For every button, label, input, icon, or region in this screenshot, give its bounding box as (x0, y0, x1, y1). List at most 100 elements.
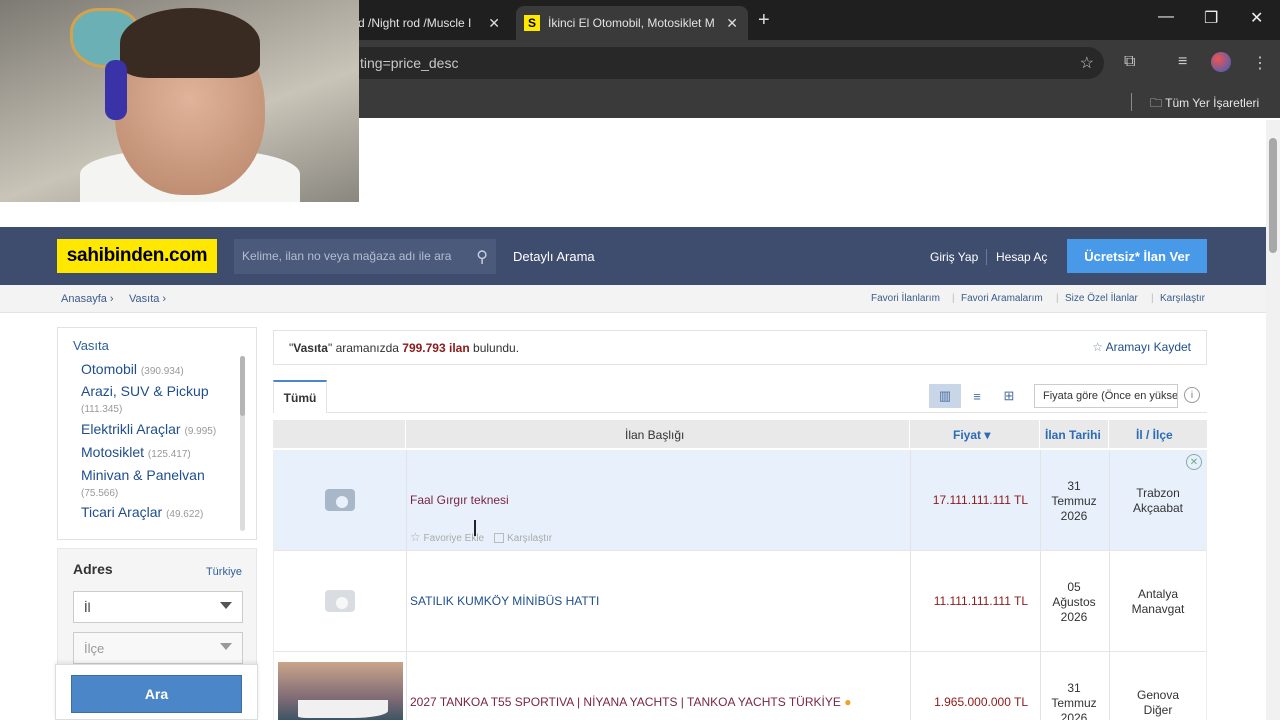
page-scrollbar[interactable] (1266, 120, 1280, 720)
category-root[interactable]: Vasıta (73, 338, 109, 353)
table-row[interactable]: Faal Gırgır teknesi ☆ Favoriye Ekle Karşı… (273, 450, 1207, 551)
special-ads-link[interactable]: Size Özel İlanlar (1065, 293, 1138, 304)
column-divider (1109, 450, 1110, 550)
listing-thumbnail[interactable] (274, 450, 406, 550)
listing-price: 17.111.111.111 TL (932, 493, 1028, 507)
search-button[interactable]: Ara (71, 675, 242, 713)
post-ad-button[interactable]: Ücretsiz* İlan Ver (1067, 239, 1207, 273)
person-hair (120, 8, 260, 78)
breadcrumb-vasita[interactable]: Vasıta › (129, 293, 166, 305)
category-item[interactable]: Motosiklet (125.417) (81, 444, 191, 460)
listing-photo[interactable] (278, 662, 403, 720)
category-item[interactable]: Otomobil (390.934) (81, 361, 184, 377)
extensions-icon[interactable]: ⧉ (1124, 53, 1135, 71)
district-select[interactable]: İlçe (73, 632, 243, 664)
browser-tab-active[interactable]: S İkinci El Otomobil, Motosiklet M ✕ (516, 6, 748, 40)
close-window-icon[interactable]: ✕ (1250, 8, 1263, 28)
category-scrollbar[interactable] (240, 356, 245, 531)
listing-title[interactable]: SATILIK KUMKÖY MİNİBÜS HATTI (410, 594, 599, 608)
compare-checkbox[interactable] (494, 533, 505, 544)
date-year: 2026 (1060, 610, 1088, 624)
bookmark-star-icon[interactable]: ☆ (1080, 53, 1094, 73)
media-control-icon[interactable]: ≡ (1178, 53, 1187, 71)
listing-location: Genova Diğer (1112, 688, 1204, 718)
info-icon[interactable]: i (1184, 387, 1200, 403)
close-tab-icon[interactable]: ✕ (726, 15, 738, 32)
menu-dots-icon[interactable]: ⋮ (1252, 53, 1268, 73)
column-divider (910, 652, 911, 720)
site-logo[interactable]: sahibinden.com (57, 239, 217, 273)
column-divider (406, 551, 407, 651)
browser-tab[interactable]: d /Night rod /Muscle I ✕ (358, 6, 510, 40)
column-divider (1040, 652, 1041, 720)
category-count: (75.566) (81, 488, 119, 499)
search-icon[interactable]: ⚲ (476, 247, 488, 267)
headset (105, 60, 127, 120)
tab-title: İkinci El Otomobil, Motosiklet M (548, 16, 715, 30)
compare-link[interactable]: Karşılaştır (1160, 293, 1205, 304)
category-item[interactable]: Elektrikli Araçlar (9.995) (81, 421, 216, 437)
country-link[interactable]: Türkiye (206, 566, 242, 578)
listing-title[interactable]: 2027 TANKOA T55 SPORTIVA | NİYANA YACHTS… (410, 695, 851, 709)
sort-select[interactable]: Fiyata göre (Önce en yüksek) (1034, 384, 1178, 408)
column-divider (405, 420, 406, 448)
table-row[interactable]: 2027 TANKOA T55 SPORTIVA | NİYANA YACHTS… (273, 652, 1207, 720)
category-count: (390.934) (140, 366, 184, 377)
link-separator: | (1151, 293, 1154, 304)
profile-avatar-icon[interactable] (1211, 52, 1231, 72)
col-date-header[interactable]: İlan Tarihi (1045, 428, 1101, 442)
compare-label[interactable]: Karşılaştır (507, 533, 552, 544)
table-view-icon[interactable]: ▥ (929, 384, 961, 408)
breadcrumb-home[interactable]: Anasayfa › (61, 293, 114, 305)
login-link[interactable]: Giriş Yap (930, 250, 978, 264)
col-price-header[interactable]: Fiyat ▾ (953, 428, 990, 442)
date-year: 2026 (1060, 711, 1088, 720)
result-count: 799.793 ilan (402, 341, 470, 355)
column-divider (1040, 551, 1041, 651)
new-tab-icon[interactable]: + (758, 9, 770, 32)
query-term: Vasıta (293, 341, 328, 355)
listing-title[interactable]: Faal Gırgır teknesi (410, 493, 509, 507)
chevron-down-icon (220, 602, 232, 609)
link-separator: | (1056, 293, 1059, 304)
search-input[interactable]: Kelime, ilan no veya mağaza adı ile ara … (234, 239, 496, 274)
register-link[interactable]: Hesap Aç (996, 250, 1047, 264)
category-item[interactable]: Ticari Araçlar (49.622) (81, 504, 203, 520)
close-tab-icon[interactable]: ✕ (488, 15, 500, 32)
date-month: Ağustos (1052, 595, 1096, 609)
webcam-overlay (0, 0, 359, 202)
all-bookmarks-button[interactable]: 🗀 Tüm Yer İşaretleri (1150, 94, 1259, 115)
category-name: Minivan & Panelvan (81, 467, 205, 483)
location-city: Genova (1136, 688, 1180, 702)
close-icon[interactable]: ✕ (1186, 454, 1202, 470)
bookmarks-label: Tüm Yer İşaretleri (1165, 96, 1260, 110)
category-item[interactable]: Minivan & Panelvan (75.566) (81, 467, 205, 499)
grid-view-icon[interactable]: ⊞ (993, 384, 1025, 408)
scrollbar-thumb[interactable] (1269, 138, 1277, 253)
result-summary: "Vasıta" aramanızda 799.793 ilan bulundu… (273, 330, 1207, 365)
date-month: Temmuz (1051, 696, 1097, 710)
list-view-icon[interactable]: ≡ (961, 384, 993, 408)
listing-price: 11.111.111.111 TL (933, 594, 1028, 608)
save-search-button[interactable]: ☆ Aramayı Kaydet (1092, 340, 1191, 354)
favorite-star-icon[interactable]: ☆ (410, 530, 421, 544)
tab-all[interactable]: Tümü (273, 380, 327, 413)
featured-badge-icon: ● (844, 695, 852, 709)
restore-icon[interactable]: ❐ (1204, 8, 1218, 28)
category-list: Vasıta Otomobil (390.934) Arazi, SUV & P… (57, 327, 257, 540)
listing-thumbnail[interactable] (274, 551, 406, 651)
column-divider (1039, 420, 1040, 448)
category-item[interactable]: Arazi, SUV & Pickup (111.345) (81, 383, 209, 415)
col-location-header[interactable]: İl / İlçe (1136, 428, 1173, 442)
favorite-ads-link[interactable]: Favori İlanlarım (871, 293, 940, 304)
province-select[interactable]: İl (73, 591, 243, 623)
advanced-search-link[interactable]: Detaylı Arama (513, 249, 595, 264)
price-header-label: Fiyat (953, 428, 982, 442)
favorite-searches-link[interactable]: Favori Aramalarım (961, 293, 1043, 304)
column-divider (406, 652, 407, 720)
result-prefix: aramanızda (335, 341, 399, 355)
address-bar[interactable]: ting=price_desc ☆ (340, 47, 1104, 79)
minimize-icon[interactable]: — (1158, 8, 1174, 26)
table-row[interactable]: SATILIK KUMKÖY MİNİBÜS HATTI 11.111.111.… (273, 551, 1207, 652)
listing-price: 1.965.000.000 TL (934, 695, 1028, 709)
